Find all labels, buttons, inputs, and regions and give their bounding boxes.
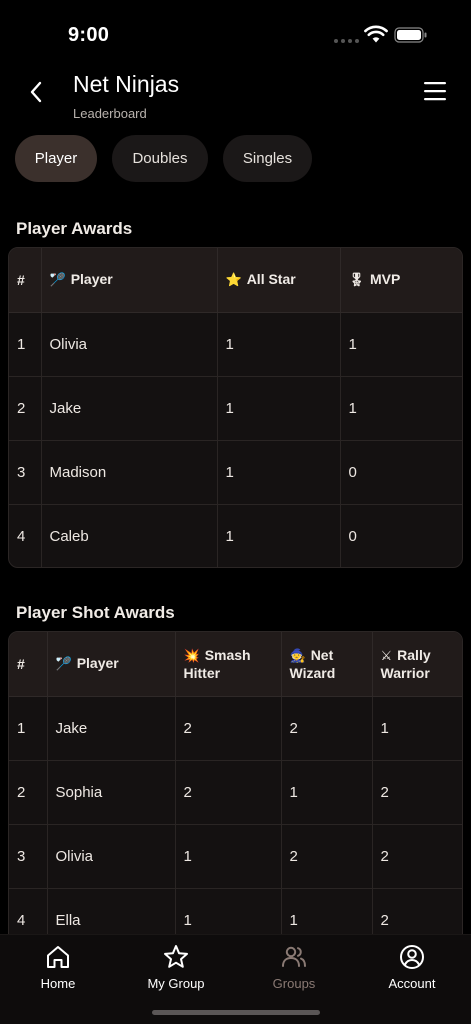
player-cell: Olivia bbox=[47, 824, 176, 889]
nav-groups[interactable]: Groups bbox=[244, 943, 344, 991]
rank-cell: 3 bbox=[9, 824, 48, 889]
rank-cell: 2 bbox=[9, 376, 42, 441]
menu-button[interactable] bbox=[420, 78, 450, 104]
home-icon bbox=[47, 946, 69, 968]
player-cell: Sophia bbox=[47, 760, 176, 825]
rank-cell: 1 bbox=[9, 312, 42, 377]
table-row: 1 Olivia 1 1 bbox=[9, 312, 462, 377]
badminton-icon: 🏸 bbox=[55, 656, 72, 672]
rank-cell: 3 bbox=[9, 440, 42, 505]
nav-groups-label: Groups bbox=[272, 976, 316, 991]
rally-warrior-cell: 2 bbox=[372, 760, 462, 825]
table-row: 2 Sophia 2 1 2 bbox=[9, 760, 462, 825]
net-wizard-cell: 2 bbox=[281, 696, 373, 761]
column-header-player: 🏸 Player bbox=[47, 632, 176, 697]
table-row: 1 Jake 2 2 1 bbox=[9, 696, 462, 761]
column-header-rank: # bbox=[9, 632, 48, 697]
net-wizard-cell: 1 bbox=[281, 760, 373, 825]
all-star-cell: 1 bbox=[217, 376, 341, 441]
table-row: 3 Madison 1 0 bbox=[9, 440, 462, 505]
tab-doubles[interactable]: Doubles bbox=[112, 135, 208, 182]
star-outline-icon bbox=[164, 945, 188, 968]
badminton-icon: 🏸 bbox=[49, 272, 66, 288]
player-cell: Madison bbox=[41, 440, 218, 505]
users-icon bbox=[282, 946, 306, 967]
back-button[interactable] bbox=[22, 78, 50, 106]
all-star-cell: 1 bbox=[217, 312, 341, 377]
rally-warrior-cell: 2 bbox=[372, 824, 462, 889]
all-star-cell: 1 bbox=[217, 440, 341, 505]
table-row: 3 Olivia 1 2 2 bbox=[9, 824, 462, 889]
player-cell: Jake bbox=[41, 376, 218, 441]
column-header-all-star: ⭐ All Star bbox=[217, 248, 341, 313]
mvp-cell: 0 bbox=[340, 440, 462, 505]
crossed-swords-icon: ⚔ bbox=[380, 648, 393, 664]
rank-cell: 1 bbox=[9, 696, 48, 761]
mvp-cell: 1 bbox=[340, 376, 462, 441]
medal-icon: 🎖 bbox=[348, 272, 366, 288]
nav-home-label: Home bbox=[40, 976, 76, 991]
smash-hitter-cell: 2 bbox=[175, 760, 282, 825]
nav-account[interactable]: Account bbox=[362, 943, 462, 991]
tab-singles[interactable]: Singles bbox=[223, 135, 312, 182]
status-bar: 9:00 bbox=[0, 0, 471, 70]
player-awards-title: Player Awards bbox=[16, 219, 133, 238]
nav-my-group[interactable]: My Group bbox=[126, 943, 226, 991]
net-wizard-cell: 2 bbox=[281, 824, 373, 889]
nav-my-group-label: My Group bbox=[147, 976, 205, 991]
hamburger-menu-icon bbox=[424, 82, 446, 101]
player-cell: Olivia bbox=[41, 312, 218, 377]
nav-home[interactable]: Home bbox=[8, 943, 108, 991]
page-title: Net Ninjas bbox=[73, 71, 180, 97]
status-time: 9:00 bbox=[68, 24, 110, 46]
smash-hitter-cell: 2 bbox=[175, 696, 282, 761]
smash-hitter-cell: 1 bbox=[175, 824, 282, 889]
table-row: 4 Caleb 1 0 bbox=[9, 504, 462, 567]
shot-awards-table: # 🏸 Player 💥 Smash Hitter 🧙 Net Wizard ⚔ Ral… bbox=[8, 631, 463, 961]
rally-warrior-cell: 1 bbox=[372, 696, 462, 761]
column-header-smash-hitter: 💥 Smash Hitter bbox=[175, 632, 282, 697]
column-header-player: 🏸 Player bbox=[41, 248, 218, 313]
player-cell: Caleb bbox=[41, 504, 218, 567]
mvp-cell: 0 bbox=[348, 527, 357, 545]
mvp-cell: 1 bbox=[340, 312, 462, 377]
column-header-mvp: 🎖 MVP bbox=[340, 248, 462, 313]
all-star-cell: 1 bbox=[217, 504, 341, 567]
header: Net Ninjas Leaderboard bbox=[0, 66, 471, 126]
star-icon: ⭐ bbox=[225, 272, 242, 288]
wizard-icon: 🧙 bbox=[289, 648, 306, 664]
column-header-net-wizard: 🧙 Net Wizard bbox=[281, 632, 373, 697]
rank-cell: 2 bbox=[9, 760, 48, 825]
chevron-left-icon bbox=[30, 81, 42, 103]
tab-player[interactable]: Player bbox=[15, 135, 97, 182]
home-indicator bbox=[152, 1010, 320, 1015]
table-row: 2 Jake 1 1 bbox=[9, 376, 462, 441]
explosion-icon: 💥 bbox=[183, 648, 200, 664]
leaderboard-tabs: Player Doubles Singles bbox=[15, 135, 312, 182]
user-circle-icon bbox=[400, 945, 424, 969]
wifi-icon bbox=[364, 25, 388, 43]
column-header-rank: # bbox=[9, 248, 42, 313]
signal-icon bbox=[334, 39, 359, 43]
player-cell: Jake bbox=[47, 696, 176, 761]
player-awards-table: # 🏸 Player ⭐ All Star 🎖 MVP 1 Olivia 1 1 2 … bbox=[8, 247, 463, 568]
page-subtitle: Leaderboard bbox=[73, 106, 147, 121]
nav-account-label: Account bbox=[388, 976, 436, 991]
battery-icon bbox=[394, 27, 427, 43]
column-header-rally-warrior: ⚔ Rally Warrior bbox=[372, 632, 462, 697]
rank-cell: 4 bbox=[9, 504, 42, 567]
shot-awards-title: Player Shot Awards bbox=[16, 603, 175, 622]
